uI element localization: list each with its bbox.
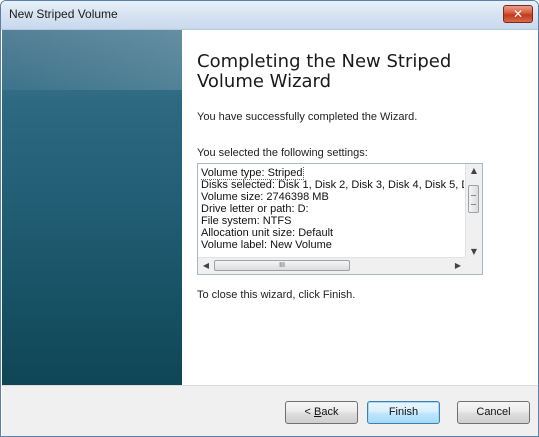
- vertical-scrollbar[interactable]: ▲ ▼: [465, 164, 482, 259]
- scrollbar-corner: [466, 258, 482, 274]
- settings-textbox[interactable]: Volume type: Striped Disks selected: Dis…: [197, 163, 483, 275]
- window-title: New Striped Volume: [9, 7, 118, 21]
- scroll-up-icon[interactable]: ▲: [466, 164, 482, 178]
- button-bar: < Back Finish Cancel: [2, 385, 538, 436]
- close-instructions: To close this wizard, click Finish.: [197, 289, 356, 301]
- close-icon: ✕: [512, 7, 524, 21]
- horizontal-scroll-thumb[interactable]: III: [214, 260, 350, 271]
- finish-button[interactable]: Finish: [367, 401, 440, 424]
- success-message: You have successfully completed the Wiza…: [197, 111, 418, 123]
- vertical-scroll-thumb[interactable]: [468, 185, 479, 213]
- setting-line: Volume label: New Volume: [201, 239, 332, 251]
- setting-line: Volume size: 2746398 MB: [201, 191, 329, 203]
- settings-list: Volume type: Striped Disks selected: Dis…: [201, 167, 464, 257]
- back-label: ack: [321, 406, 339, 418]
- back-prefix: <: [304, 406, 314, 418]
- wizard-window: New Striped Volume ✕ Completing the New …: [0, 0, 539, 437]
- setting-line: File system: NTFS: [201, 215, 292, 227]
- setting-line: Disks selected: Disk 1, Disk 2, Disk 3, …: [201, 179, 464, 191]
- title-bar[interactable]: New Striped Volume ✕: [1, 1, 538, 30]
- wizard-sidebar-banner: [2, 30, 182, 385]
- setting-line: Allocation unit size: Default: [201, 227, 334, 239]
- wizard-content: Completing the New Striped Volume Wizard…: [183, 30, 537, 385]
- scroll-right-icon[interactable]: ▶: [450, 259, 466, 273]
- horizontal-scrollbar[interactable]: ◀ III ▶: [198, 257, 466, 274]
- setting-line: Drive letter or path: D:: [201, 203, 309, 215]
- cancel-button[interactable]: Cancel: [457, 401, 530, 424]
- page-title: Completing the New Striped Volume Wizard: [197, 51, 452, 92]
- scroll-left-icon[interactable]: ◀: [198, 259, 214, 273]
- setting-line: Volume type: Striped: [201, 167, 304, 180]
- back-button[interactable]: < Back: [285, 401, 358, 424]
- settings-label: You selected the following settings:: [197, 147, 368, 159]
- close-button[interactable]: ✕: [503, 5, 533, 23]
- scroll-down-icon[interactable]: ▼: [466, 245, 482, 259]
